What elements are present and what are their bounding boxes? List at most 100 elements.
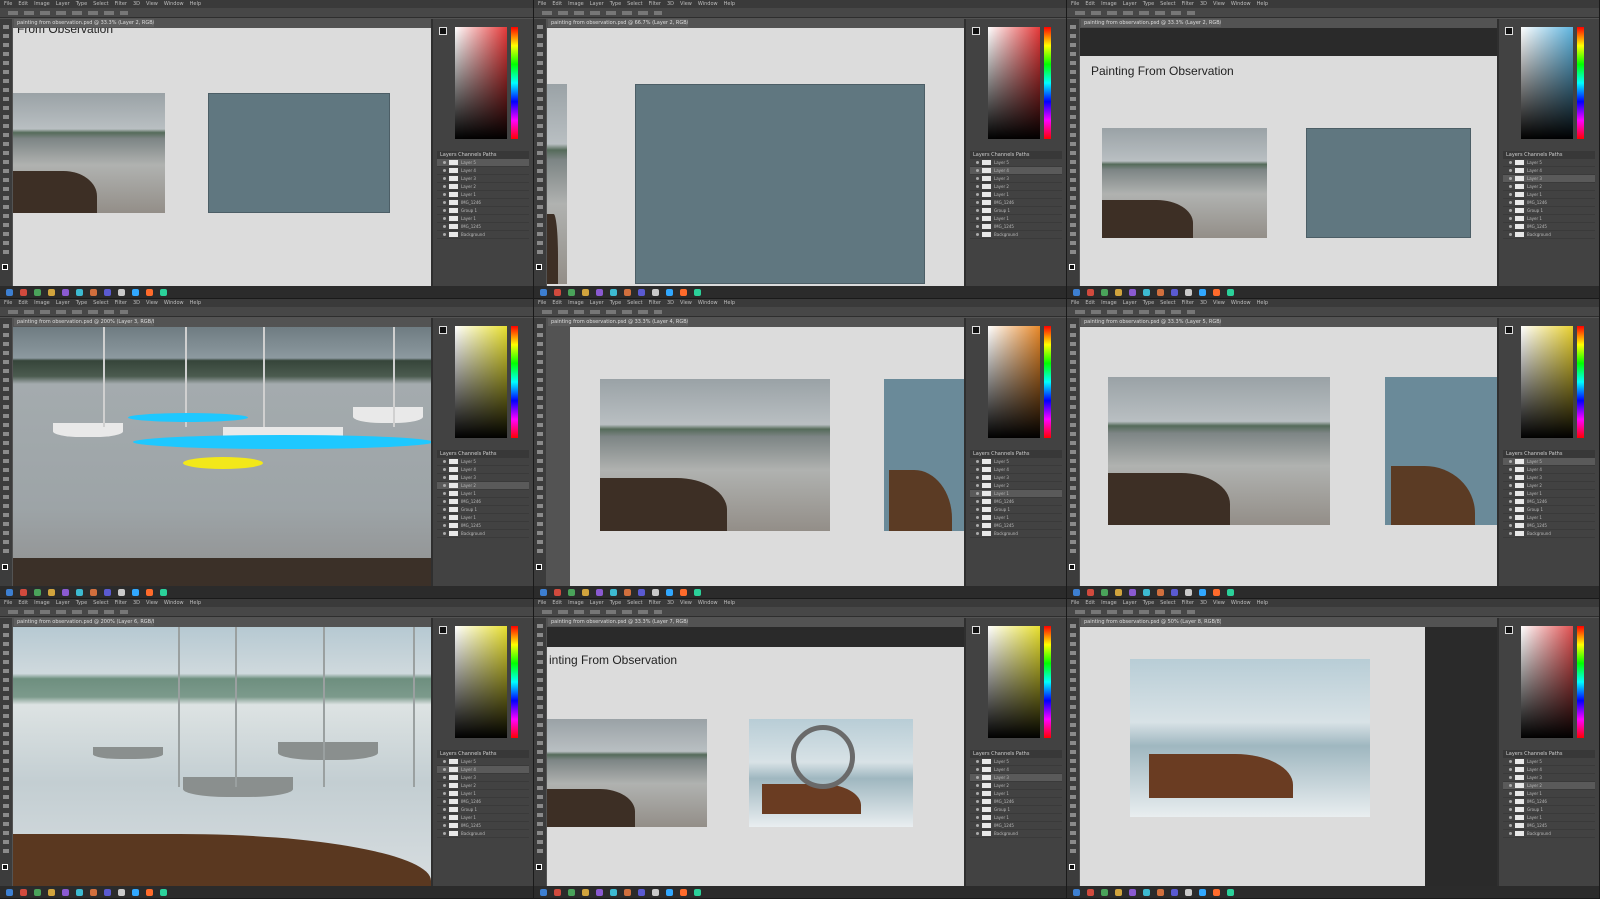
document-tab[interactable]: painting from observation.psd @ 33.3% (L… xyxy=(548,318,688,326)
taskbar-app-icon[interactable] xyxy=(652,588,659,596)
menu-item[interactable]: View xyxy=(146,599,158,607)
layer-row[interactable]: IMG_1245 xyxy=(1503,223,1595,231)
menu-item[interactable]: Help xyxy=(190,0,201,8)
menu-item[interactable]: Type xyxy=(76,299,87,307)
layer-row[interactable]: Group 1 xyxy=(437,207,529,215)
document-tab[interactable]: painting from observation.psd @ 66.7% (L… xyxy=(548,19,688,27)
layer-row[interactable]: Background xyxy=(970,830,1062,838)
menu-item[interactable]: Filter xyxy=(115,0,127,8)
taskbar-app-icon[interactable] xyxy=(104,288,111,296)
menu-item[interactable]: Select xyxy=(1160,599,1175,607)
reference-photo[interactable] xyxy=(1108,377,1330,525)
layer-row[interactable]: Layer 3 xyxy=(1503,474,1595,482)
layer-row[interactable]: IMG_1245 xyxy=(1503,522,1595,530)
eye-icon[interactable] xyxy=(976,476,979,479)
taskbar-app-icon[interactable] xyxy=(90,588,97,596)
reference-photo[interactable] xyxy=(600,379,830,531)
eye-icon[interactable] xyxy=(443,832,446,835)
eye-icon[interactable] xyxy=(976,177,979,180)
menu-item[interactable]: File xyxy=(1071,599,1079,607)
menu-item[interactable]: Image xyxy=(1101,599,1117,607)
layer-row[interactable]: Layer 5 xyxy=(437,159,529,167)
layer-row[interactable]: Layer 1 xyxy=(970,490,1062,498)
taskbar-app-icon[interactable] xyxy=(568,588,575,596)
layer-row[interactable]: IMG_1246 xyxy=(1503,798,1595,806)
eye-icon[interactable] xyxy=(443,233,446,236)
taskbar-app-icon[interactable] xyxy=(666,288,673,296)
taskbar-app-icon[interactable] xyxy=(62,888,69,896)
menu-item[interactable]: Layer xyxy=(56,599,70,607)
menu-item[interactable]: Help xyxy=(724,299,735,307)
eye-icon[interactable] xyxy=(976,792,979,795)
menu-item[interactable]: Window xyxy=(698,0,718,8)
color-picker-field[interactable] xyxy=(1521,27,1573,139)
layer-row[interactable]: Layer 2 xyxy=(437,782,529,790)
layer-row[interactable]: Layer 1 xyxy=(1503,191,1595,199)
taskbar-app-icon[interactable] xyxy=(1213,888,1220,896)
menu-item[interactable]: Help xyxy=(1257,599,1268,607)
hue-slider[interactable] xyxy=(1044,326,1051,438)
menu-item[interactable]: Window xyxy=(698,299,718,307)
layer-row[interactable]: Layer 1 xyxy=(437,814,529,822)
layer-row[interactable]: Layer 3 xyxy=(437,175,529,183)
document-tab[interactable]: painting from observation.psd @ 33.3% (L… xyxy=(548,618,688,626)
options-bar[interactable] xyxy=(1067,307,1599,317)
menu-item[interactable]: Type xyxy=(610,0,621,8)
taskbar-app-icon[interactable] xyxy=(638,888,645,896)
taskbar-app-icon[interactable] xyxy=(1185,288,1192,296)
taskbar-app-icon[interactable] xyxy=(76,888,83,896)
sketch-panel[interactable] xyxy=(208,93,390,213)
hue-slider[interactable] xyxy=(1577,27,1584,139)
taskbar-app-icon[interactable] xyxy=(1227,588,1234,596)
eye-icon[interactable] xyxy=(1509,516,1512,519)
eye-icon[interactable] xyxy=(976,832,979,835)
document-tab[interactable]: painting from observation.psd @ 200% (La… xyxy=(14,618,154,626)
taskbar-app-icon[interactable] xyxy=(1087,888,1094,896)
menu-item[interactable]: Image xyxy=(1101,299,1117,307)
layer-row[interactable]: Layer 1 xyxy=(437,490,529,498)
taskbar-app-icon[interactable] xyxy=(652,888,659,896)
menu-item[interactable]: File xyxy=(538,299,546,307)
taskbar-app-icon[interactable] xyxy=(1185,888,1192,896)
taskbar-app-icon[interactable] xyxy=(624,888,631,896)
eye-icon[interactable] xyxy=(1509,824,1512,827)
foreground-color-swatch[interactable] xyxy=(2,864,8,870)
document-tab[interactable]: painting from observation.psd @ 33.3% (L… xyxy=(14,19,154,27)
layer-row[interactable]: Layer 1 xyxy=(437,215,529,223)
menu-item[interactable]: 3D xyxy=(1200,599,1207,607)
menu-item[interactable]: Filter xyxy=(649,299,661,307)
taskbar-app-icon[interactable] xyxy=(6,888,13,896)
layer-row[interactable]: IMG_1246 xyxy=(437,798,529,806)
layer-row[interactable]: Background xyxy=(437,530,529,538)
taskbar-app-icon[interactable] xyxy=(694,588,701,596)
color-picker-field[interactable] xyxy=(988,326,1040,438)
tools-panel[interactable] xyxy=(1067,19,1079,286)
layer-row[interactable]: Layer 1 xyxy=(1503,790,1595,798)
taskbar-app-icon[interactable] xyxy=(146,888,153,896)
menu-item[interactable]: Image xyxy=(568,299,584,307)
foreground-color-swatch[interactable] xyxy=(536,864,542,870)
eye-icon[interactable] xyxy=(443,808,446,811)
layer-row[interactable]: IMG_1245 xyxy=(437,522,529,530)
layer-row[interactable]: Layer 1 xyxy=(437,790,529,798)
taskbar-app-icon[interactable] xyxy=(1213,588,1220,596)
taskbar-app-icon[interactable] xyxy=(146,288,153,296)
reference-photo[interactable] xyxy=(13,93,165,213)
eye-icon[interactable] xyxy=(1509,768,1512,771)
layer-row[interactable]: Background xyxy=(1503,231,1595,239)
eye-icon[interactable] xyxy=(443,169,446,172)
canvas[interactable]: inting From Observation xyxy=(547,627,964,886)
canvas[interactable] xyxy=(1080,327,1497,586)
taskbar-app-icon[interactable] xyxy=(1101,288,1108,296)
canvas[interactable] xyxy=(570,327,964,586)
sketch-panel-zoomed[interactable] xyxy=(635,84,925,284)
layer-row[interactable]: Layer 2 xyxy=(1503,482,1595,490)
hue-slider[interactable] xyxy=(511,626,518,738)
menu-item[interactable]: File xyxy=(1071,0,1079,8)
taskbar-app-icon[interactable] xyxy=(76,288,83,296)
eye-icon[interactable] xyxy=(976,524,979,527)
layer-row[interactable]: Layer 3 xyxy=(437,474,529,482)
layer-row[interactable]: IMG_1245 xyxy=(970,223,1062,231)
taskbar-app-icon[interactable] xyxy=(1129,588,1136,596)
layer-row[interactable]: IMG_1246 xyxy=(970,199,1062,207)
